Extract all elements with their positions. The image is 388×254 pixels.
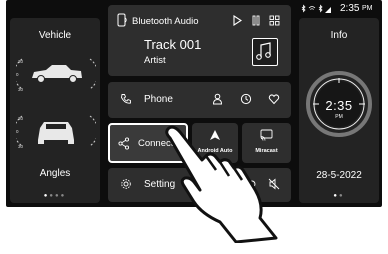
angles-title: Angles xyxy=(39,168,71,179)
page-indicator: ●●●● xyxy=(43,193,67,199)
status-time: 2:35 xyxy=(340,3,360,14)
music-note-icon xyxy=(256,42,271,60)
connectivity-icons xyxy=(301,4,331,13)
scale-label: 0 xyxy=(16,129,19,134)
vehicle-panel[interactable]: Vehicle 30 0 30 30 0 30 Angles ●●●● xyxy=(10,18,100,203)
bluetooth-icon xyxy=(318,4,323,13)
pause-icon[interactable] xyxy=(251,15,261,26)
phone-icon xyxy=(121,94,131,104)
clock-time: 2:35 xyxy=(325,98,353,113)
bluetooth-audio-panel[interactable]: Bluetooth Audio Track 001 Artist xyxy=(108,5,291,76)
scale-label: 30 xyxy=(18,116,24,121)
scale-label: 0 xyxy=(16,72,19,77)
status-time-suffix: PM xyxy=(362,5,373,12)
album-art xyxy=(252,38,278,66)
bluetooth-icon xyxy=(301,4,306,13)
favorites-icon[interactable] xyxy=(268,93,280,105)
page-indicator: ●● xyxy=(333,193,345,199)
pointing-hand-icon xyxy=(165,125,278,243)
vehicle-title: Vehicle xyxy=(38,30,72,41)
phone-audio-icon xyxy=(117,13,127,27)
clock-suffix: PM xyxy=(335,114,343,120)
scale-label: 30 xyxy=(18,87,24,92)
date-display: 28-5-2022 xyxy=(316,170,362,181)
phone-label: Phone xyxy=(144,94,173,105)
signal-icon xyxy=(325,7,331,13)
gear-icon xyxy=(121,179,131,189)
grid-menu-icon[interactable] xyxy=(269,15,280,26)
phone-panel[interactable]: Phone xyxy=(108,82,291,118)
share-icon xyxy=(118,137,130,150)
track-artist: Artist xyxy=(144,55,166,66)
recent-calls-icon[interactable] xyxy=(240,93,252,105)
track-title: Track 001 xyxy=(144,37,202,52)
info-title: Info xyxy=(330,30,348,41)
status-bar: 2:35 PM xyxy=(298,2,382,16)
scale-label: 30 xyxy=(18,144,24,149)
vehicle-side-view-icon: 30 0 30 xyxy=(16,58,96,92)
scale-label: 30 xyxy=(18,59,24,64)
audio-source-label: Bluetooth Audio xyxy=(132,16,199,27)
wifi-icon xyxy=(308,6,316,10)
vehicle-front-view-icon: 30 0 30 xyxy=(16,115,96,149)
play-icon[interactable] xyxy=(232,15,242,26)
info-panel[interactable]: Info 2:35 PM 28-5-2022 ●● xyxy=(299,18,379,203)
contacts-icon[interactable] xyxy=(212,93,223,105)
